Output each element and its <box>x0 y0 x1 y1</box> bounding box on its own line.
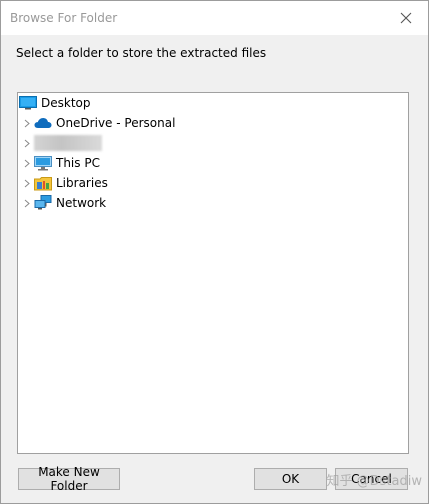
chevron-right-icon[interactable] <box>20 153 34 173</box>
tree-item-desktop[interactable]: Desktop <box>19 93 91 113</box>
chevron-right-icon[interactable] <box>20 133 34 153</box>
title-bar[interactable]: Browse For Folder <box>1 1 428 35</box>
instruction-text: Select a folder to store the extracted f… <box>16 46 267 60</box>
desktop-icon <box>19 95 37 111</box>
tree-item-this-pc[interactable]: This PC <box>20 153 100 173</box>
ok-button[interactable]: OK <box>254 468 327 490</box>
tree-item-label: Desktop <box>41 96 91 110</box>
tree-item-label: OneDrive - Personal <box>56 116 176 130</box>
user-folder-icon <box>34 135 102 151</box>
tree-item-network[interactable]: Network <box>20 193 106 213</box>
watermark-text: 知乎 @Dstadiw <box>326 474 422 489</box>
onedrive-cloud-icon <box>34 115 52 131</box>
tree-item-user-folder[interactable] <box>20 133 102 153</box>
tree-item-label: Network <box>56 196 107 210</box>
tree-item-label: Libraries <box>56 176 108 190</box>
chevron-right-icon[interactable] <box>20 113 34 133</box>
network-icon <box>34 195 52 211</box>
tree-item-onedrive[interactable]: OneDrive - Personal <box>20 113 175 133</box>
this-pc-icon <box>34 155 52 171</box>
tree-item-libraries[interactable]: Libraries <box>20 173 108 193</box>
folder-tree[interactable]: Desktop OneDrive - Personal This PC Libr… <box>17 92 409 454</box>
chevron-right-icon[interactable] <box>20 193 34 213</box>
tree-item-label: This PC <box>56 156 100 170</box>
libraries-icon <box>34 175 52 191</box>
close-button[interactable] <box>384 1 428 35</box>
make-new-folder-button[interactable]: Make New Folder <box>18 465 120 493</box>
close-icon <box>400 12 412 24</box>
browse-for-folder-dialog: Browse For Folder Select a folder to sto… <box>0 0 429 504</box>
chevron-right-icon[interactable] <box>20 173 34 193</box>
window-title: Browse For Folder <box>10 11 118 25</box>
